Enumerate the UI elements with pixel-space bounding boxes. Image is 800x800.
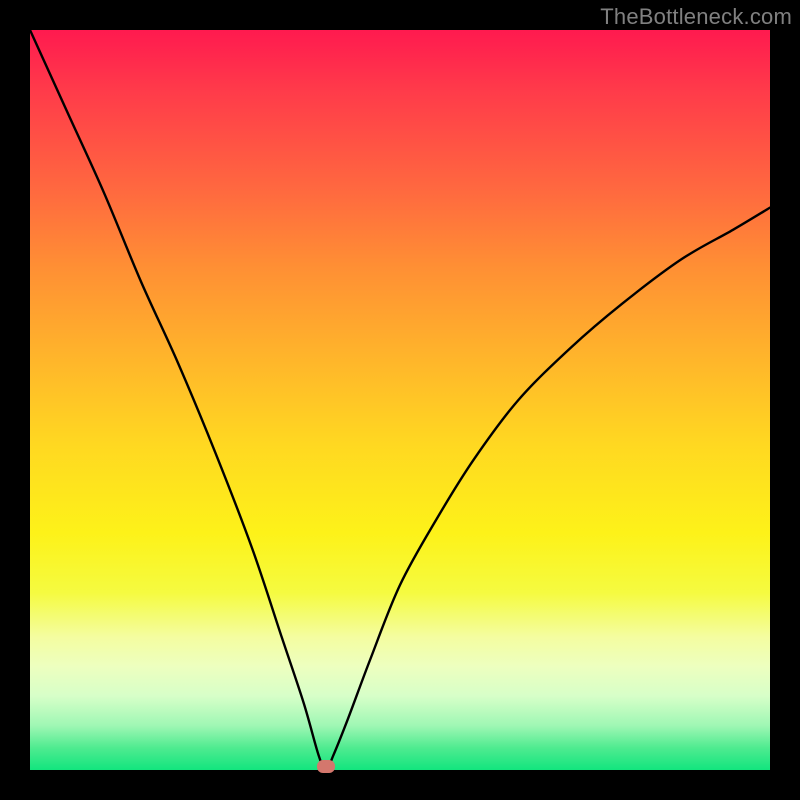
watermark-text: TheBottleneck.com	[600, 4, 792, 30]
chart-frame: TheBottleneck.com	[0, 0, 800, 800]
bottleneck-curve	[30, 30, 770, 770]
plot-area	[30, 30, 770, 770]
optimum-marker	[317, 760, 335, 773]
